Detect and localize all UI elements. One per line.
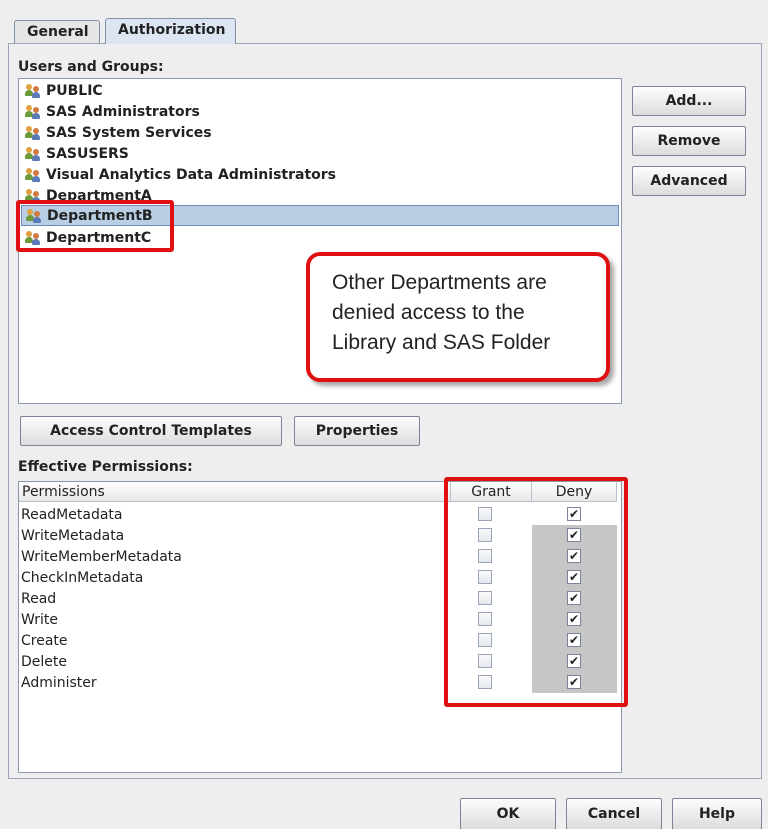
users-groups-label: Users and Groups: xyxy=(18,59,164,75)
callout-line-2: denied access to the xyxy=(332,301,525,324)
permission-name: WriteMemberMetadata xyxy=(21,548,182,565)
remove-button[interactable]: Remove xyxy=(632,126,746,156)
group-icon xyxy=(25,146,41,162)
permission-name: CheckInMetadata xyxy=(21,569,144,586)
permission-name: Create xyxy=(21,632,68,649)
permission-name: Delete xyxy=(21,653,67,670)
list-item[interactable]: Visual Analytics Data Administrators xyxy=(21,164,619,185)
help-button[interactable]: Help xyxy=(672,798,762,829)
tab-general[interactable]: General xyxy=(14,20,100,44)
group-icon xyxy=(25,83,41,99)
permission-name: Write xyxy=(21,611,58,628)
advanced-button[interactable]: Advanced xyxy=(632,166,746,196)
grant-deny-highlight-box xyxy=(444,477,628,707)
tab-authorization[interactable]: Authorization xyxy=(105,18,237,44)
list-item[interactable]: SAS System Services xyxy=(21,122,619,143)
list-item-label: SASUSERS xyxy=(46,145,129,162)
group-icon xyxy=(25,104,41,120)
callout-line-3: Library and SAS Folder xyxy=(332,331,551,354)
permission-name: Read xyxy=(21,590,57,607)
permission-name: WriteMetadata xyxy=(21,527,125,544)
annotation-callout: Other Departments are denied access to t… xyxy=(306,252,610,382)
group-icon xyxy=(25,125,41,141)
departments-highlight-box xyxy=(16,200,174,252)
ok-button[interactable]: OK xyxy=(460,798,556,829)
list-item-label: Visual Analytics Data Administrators xyxy=(46,166,336,183)
callout-line-1: Other Departments are xyxy=(332,271,547,294)
list-item[interactable]: SASUSERS xyxy=(21,143,619,164)
list-item[interactable]: PUBLIC xyxy=(21,80,619,101)
permission-name: Administer xyxy=(21,674,97,691)
add-button[interactable]: Add... xyxy=(632,86,746,116)
permission-name: ReadMetadata xyxy=(21,506,123,523)
effective-permissions-label: Effective Permissions: xyxy=(18,459,193,475)
list-item-label: SAS System Services xyxy=(46,124,212,141)
list-item-label: SAS Administrators xyxy=(46,103,200,120)
group-icon xyxy=(25,167,41,183)
properties-button[interactable]: Properties xyxy=(294,416,420,446)
cancel-button[interactable]: Cancel xyxy=(566,798,662,829)
column-header-permissions: Permissions xyxy=(19,482,451,502)
list-item[interactable]: SAS Administrators xyxy=(21,101,619,122)
access-control-templates-button[interactable]: Access Control Templates xyxy=(20,416,282,446)
list-item-label: PUBLIC xyxy=(46,82,103,99)
